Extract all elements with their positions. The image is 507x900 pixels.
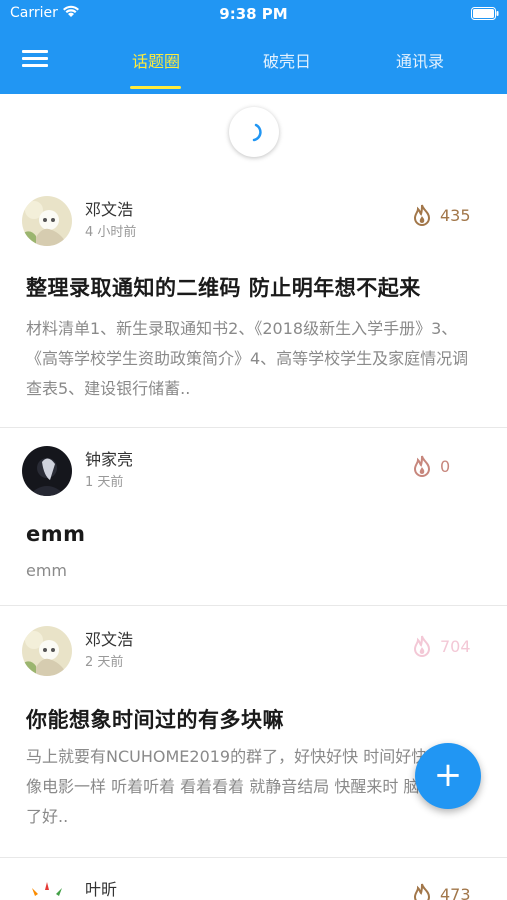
avatar[interactable] (22, 878, 72, 900)
post-title: emm (26, 522, 86, 546)
post-card[interactable]: 邓文浩 2 天前 704 你能想象时间过的有多块嘛 马上就要有NCUHOME20… (0, 606, 507, 858)
post-time: 2 天前 (85, 655, 124, 670)
app-header: Carrier 9:38 PM 话题圈 破壳日 通讯录 (0, 0, 507, 94)
heat-count: 0 (440, 457, 451, 476)
battery-icon (471, 7, 499, 20)
avatar[interactable] (22, 196, 72, 246)
fire-icon (413, 883, 431, 900)
status-time: 9:38 PM (219, 5, 288, 23)
refresh-spinner (229, 107, 279, 157)
post-author: 邓文浩 (85, 200, 134, 219)
post-time: 4 小时前 (85, 225, 137, 240)
heat-count: 704 (440, 637, 471, 656)
post-card[interactable]: 叶昕 473 (0, 858, 507, 900)
heat-count: 435 (440, 206, 471, 225)
post-card[interactable]: 钟家亮 1 天前 0 emm emm (0, 428, 507, 606)
tab-topic-circle[interactable]: 话题圈 (101, 48, 211, 72)
post-card[interactable]: 邓文浩 4 小时前 435 整理录取通知的二维码 防止明年想不起来 材料清单1、… (0, 170, 507, 428)
post-body: emm (26, 561, 68, 580)
post-title: 整理录取通知的二维码 防止明年想不起来 (26, 276, 421, 300)
post-title: 你能想象时间过的有多块嘛 (26, 708, 284, 732)
fire-icon (413, 455, 431, 477)
loading-icon (252, 123, 262, 142)
status-bar: Carrier 9:38 PM (0, 0, 507, 28)
tab-indicator (130, 86, 181, 89)
avatar[interactable] (22, 626, 72, 676)
tab-contacts[interactable]: 通讯录 (365, 48, 475, 72)
post-body: 材料清单1、新生录取通知书2、《2018级新生入学手册》3、《高等学校学生资助政… (26, 319, 469, 398)
post-time: 1 天前 (85, 475, 124, 490)
heat-count: 473 (440, 885, 471, 900)
post-author: 邓文浩 (85, 630, 134, 649)
menu-icon[interactable] (22, 50, 48, 70)
fire-icon (413, 635, 431, 657)
post-body: 马上就要有NCUHOME2019的群了，好快好快 时间好快 一样 像电影一样 听… (26, 747, 468, 826)
tab-birthday[interactable]: 破壳日 (232, 48, 342, 72)
post-author: 叶昕 (85, 880, 118, 899)
avatar[interactable] (22, 446, 72, 496)
post-author: 钟家亮 (85, 450, 134, 469)
fire-icon (413, 204, 431, 226)
add-post-button[interactable]: + (415, 743, 481, 809)
